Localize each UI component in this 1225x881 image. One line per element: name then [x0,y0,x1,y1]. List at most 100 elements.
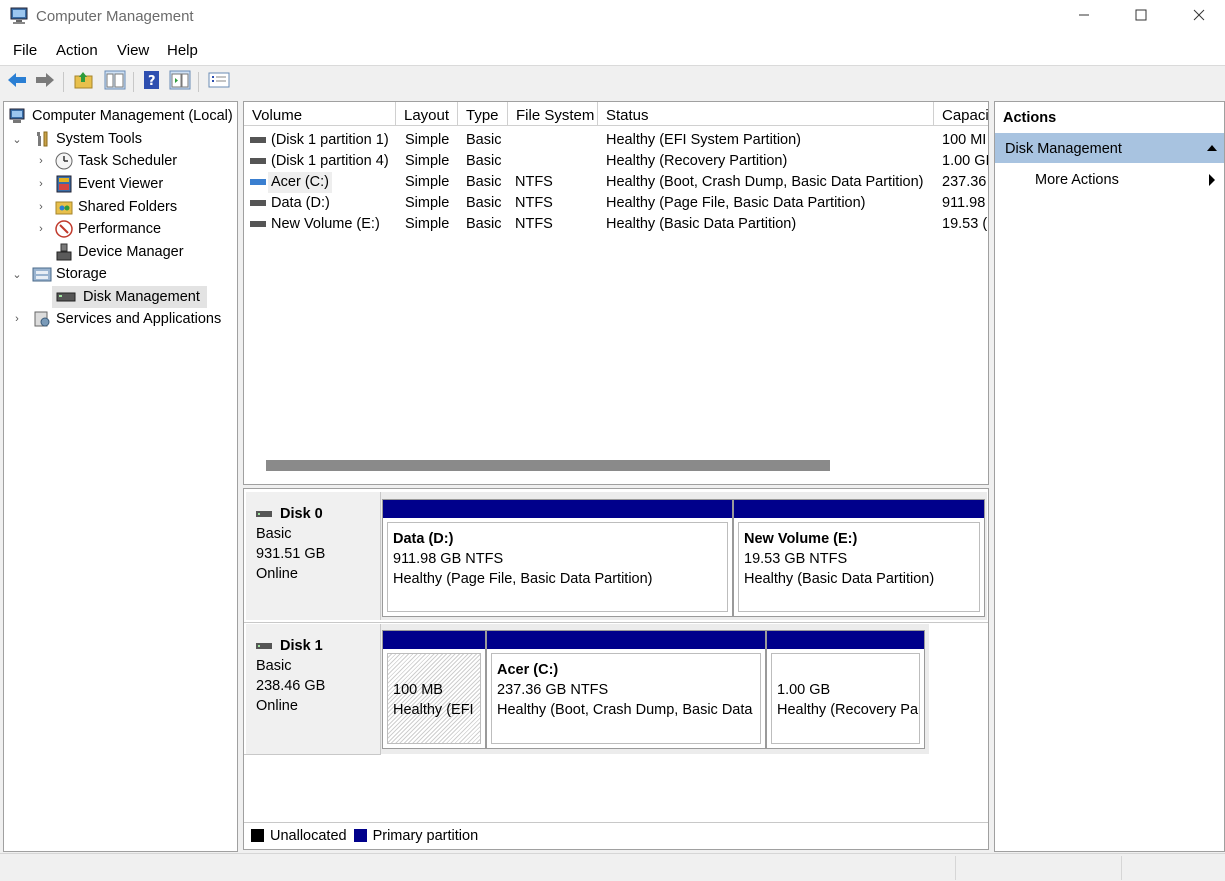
drive-icon [250,214,272,235]
chevron-down-icon[interactable]: ⌄ [10,268,24,281]
event-viewer-icon [54,174,74,194]
tree-item-disk-management[interactable]: Disk Management [52,286,207,308]
cell-status: Healthy (Boot, Crash Dump, Basic Data Pa… [606,174,924,190]
primary-partition-bar [383,500,732,518]
partition-recovery[interactable]: 1.00 GB Healthy (Recovery Pa [766,630,925,749]
action-more-actions[interactable]: More Actions [1035,170,1119,190]
menu-action[interactable]: Action [56,42,98,59]
forward-button[interactable] [33,70,57,94]
chevron-right-icon[interactable]: › [10,313,24,325]
tree-item-storage[interactable]: ⌄ Storage [10,263,106,285]
show-hide-action-pane-button[interactable] [168,70,192,94]
properties-icon [208,71,230,93]
collapse-up-icon[interactable] [1206,133,1218,165]
forward-icon [34,71,56,93]
computer-management-icon [10,6,30,26]
legend-unallocated: Unallocated [270,827,347,844]
up-folder-button[interactable] [72,70,96,94]
show-hide-tree-icon [104,70,126,94]
cell-status: Healthy (EFI System Partition) [606,132,801,148]
actions-pane: Actions Disk Management More Actions [994,101,1225,852]
computer-management-icon [8,106,28,126]
disk-1-label[interactable]: Disk 1 Basic 238.46 GB Online [246,624,381,754]
help-button[interactable]: ? [140,70,164,94]
horizontal-scrollbar-thumb[interactable] [266,460,830,471]
tree-label: Shared Folders [78,199,178,215]
submenu-arrow-icon[interactable] [1208,170,1216,191]
cell-capacity: 19.53 ( [942,216,988,232]
disk-1-name: Disk 1 [280,638,323,654]
disk-graphical-view: Disk 0 Basic 931.51 GB Online Data (D:) … [243,488,989,850]
minimize-icon [1078,8,1090,26]
chevron-down-icon[interactable]: ⌄ [10,133,24,146]
tree-item-device-manager[interactable]: Device Manager [34,241,184,263]
actions-section-disk-management[interactable]: Disk Management [995,133,1224,163]
tree-label: Disk Management [83,289,200,305]
computer-management-window: Computer Management File Action View Hel… [0,0,1225,881]
minimize-button[interactable] [1055,0,1113,34]
help-icon: ? [142,70,162,94]
primary-partition-swatch [353,829,367,842]
tree-item-computer-management[interactable]: Computer Management (Local) [8,105,233,127]
column-header-capacity[interactable]: Capaci [934,102,988,126]
chevron-right-icon[interactable]: › [34,155,48,167]
cell-layout: Simple [405,174,450,190]
partition-data-d[interactable]: Data (D:) 911.98 GB NTFS Healthy (Page F… [382,499,733,617]
cell-type: Basic [466,216,502,232]
tree-item-services-and-applications[interactable]: › Services and Applications [10,308,221,330]
cell-capacity: 100 MI [942,132,987,148]
chevron-right-icon[interactable]: › [34,223,48,235]
tree-item-shared-folders[interactable]: › Shared Folders [34,196,177,218]
cell-file-system: NTFS [515,174,553,190]
disk-1-state: Online [256,698,298,714]
svg-text:?: ? [148,74,156,89]
tree-item-performance[interactable]: › Performance [34,218,161,240]
tree-item-system-tools[interactable]: ⌄ System Tools [10,128,142,150]
back-button[interactable] [5,70,29,94]
toolbar-separator [198,72,199,92]
partition-name: New Volume (E:) [744,531,858,547]
performance-icon [54,219,74,239]
tree-item-task-scheduler[interactable]: › Task Scheduler [34,150,177,172]
partition-efi[interactable]: 100 MB Healthy (EFI [382,630,486,749]
maximize-button[interactable] [1112,0,1170,34]
tree-label: Event Viewer [78,176,164,192]
chevron-right-icon[interactable]: › [34,178,48,190]
column-header-type[interactable]: Type [458,102,508,126]
column-header-file-system[interactable]: File System [508,102,598,126]
partition-size: 911.98 GB NTFS [393,551,504,567]
device-manager-icon [54,242,74,262]
tree-label: Performance [78,221,162,237]
disk-name: Disk 1 [256,636,370,656]
menu-file[interactable]: File [13,42,37,59]
show-hide-action-pane-icon [169,70,191,94]
column-header-status[interactable]: Status [598,102,934,126]
cell-volume: (Disk 1 partition 1) [271,132,389,148]
disk-divider [244,754,381,755]
menu-help[interactable]: Help [167,42,198,59]
properties-button[interactable] [207,70,231,94]
column-header-volume[interactable]: Volume [244,102,396,126]
cell-file-system: NTFS [515,195,553,211]
primary-partition-bar [734,500,984,518]
primary-partition-bar [767,631,924,649]
chevron-right-icon[interactable]: › [34,201,48,213]
partition-name: Data (D:) [393,531,454,547]
status-divider [955,856,956,880]
up-folder-icon [74,71,94,93]
column-header-layout[interactable]: Layout [396,102,458,126]
tree-label: Task Scheduler [78,153,178,169]
partition-details: Acer (C:) 237.36 GB NTFS Healthy (Boot, … [491,653,761,744]
disk-0-label[interactable]: Disk 0 Basic 931.51 GB Online [246,492,381,620]
partition-details: Data (D:) 911.98 GB NTFS Healthy (Page F… [387,522,728,612]
legend: Unallocated Primary partition [244,822,988,848]
menu-view[interactable]: View [117,42,149,59]
show-hide-tree-button[interactable] [103,70,127,94]
disk-icon [256,509,272,519]
partition-acer-c[interactable]: Acer (C:) 237.36 GB NTFS Healthy (Boot, … [486,630,766,749]
close-button[interactable] [1170,0,1225,34]
drive-icon [250,130,272,151]
partition-new-volume-e[interactable]: New Volume (E:) 19.53 GB NTFS Healthy (B… [733,499,985,617]
disk-0-size: 931.51 GB [256,546,326,562]
tree-item-event-viewer[interactable]: › Event Viewer [34,173,163,195]
